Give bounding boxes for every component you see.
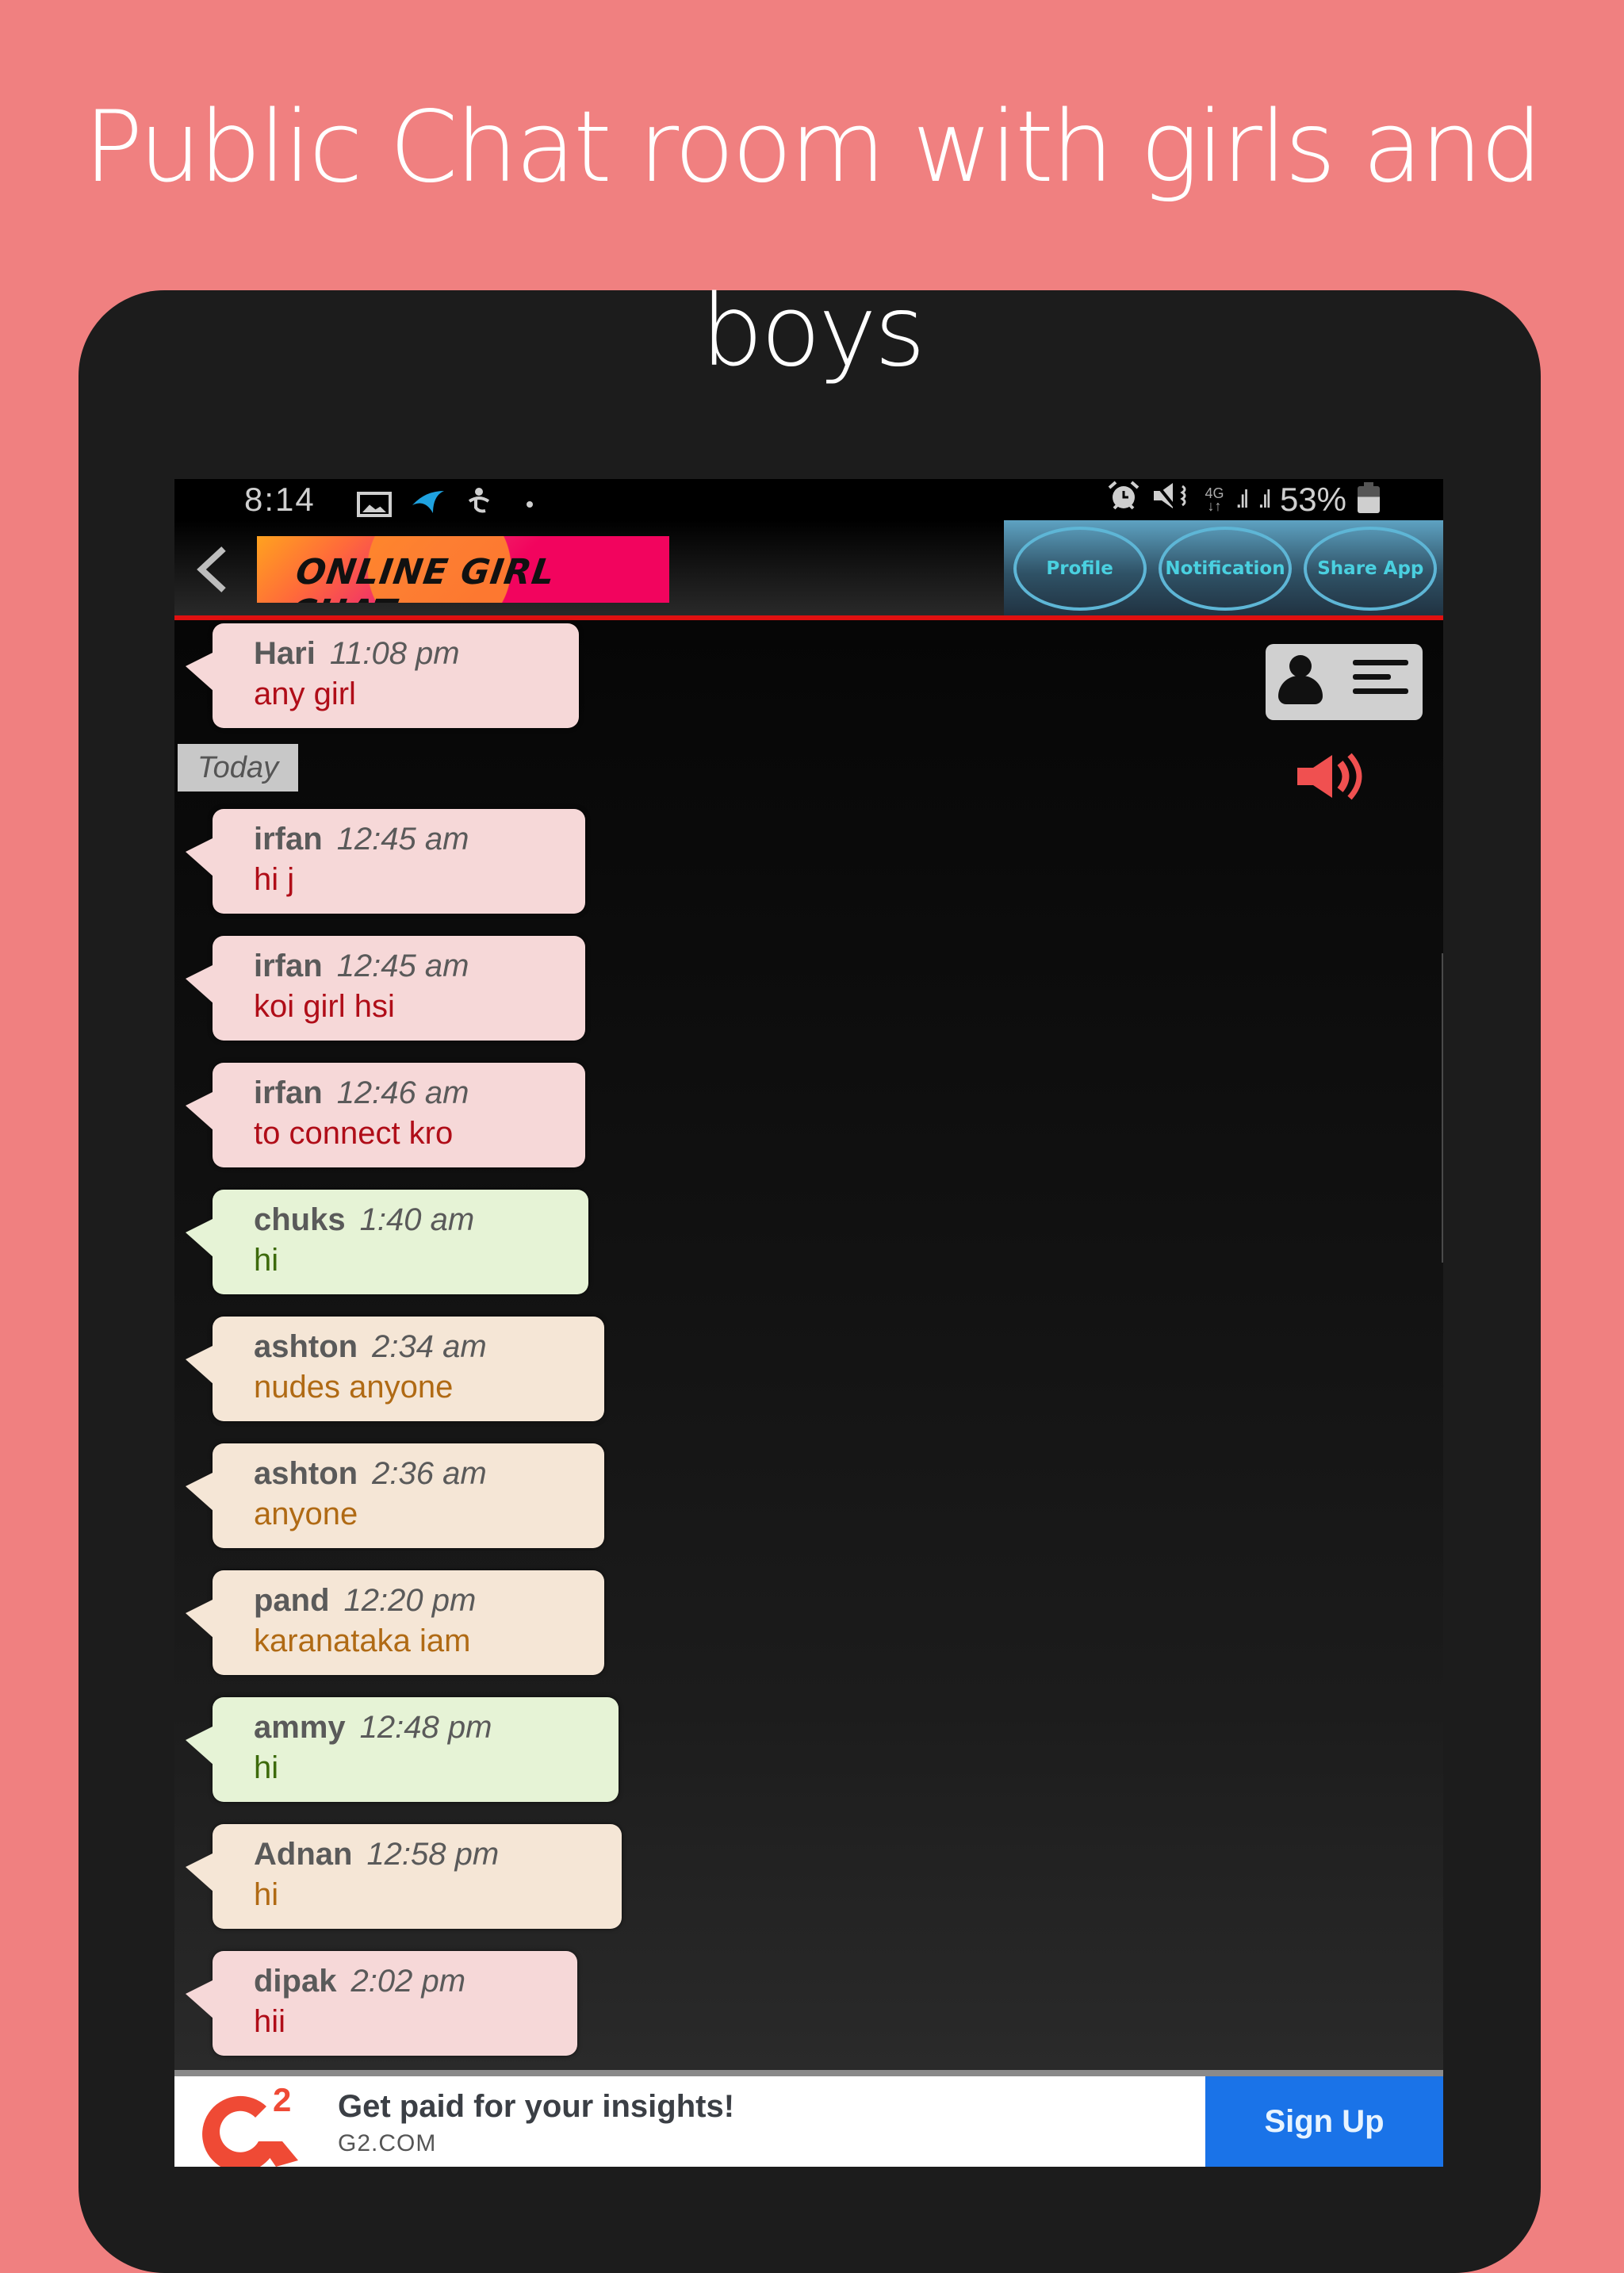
top-action-buttons: Profile Notification Share App: [1004, 520, 1443, 617]
message-sender[interactable]: chuks: [254, 1202, 346, 1237]
message-time: 12:46 am: [336, 1075, 469, 1110]
carrier-icon: [409, 488, 447, 521]
app-logo-text: ONLINE GIRL CHAT: [288, 552, 558, 603]
scrollbar[interactable]: [1442, 953, 1443, 1263]
chat-message[interactable]: chuks 1:40 am hi: [186, 1190, 588, 1294]
message-meta: irfan 12:45 am: [254, 818, 569, 860]
message-meta: irfan 12:45 am: [254, 945, 569, 987]
message-time: 2:36 am: [372, 1456, 487, 1491]
message-sender[interactable]: irfan: [254, 1075, 323, 1110]
g2-logo-icon: 2: [179, 2081, 322, 2167]
g2-logo-superscript: 2: [273, 2083, 291, 2118]
chat-message[interactable]: irfan 12:45 am hi j: [186, 809, 585, 914]
message-sender[interactable]: Hari: [254, 636, 316, 671]
message-time: 1:40 am: [359, 1202, 475, 1237]
message-meta: Hari 11:08 pm: [254, 633, 563, 674]
message-time: 12:58 pm: [366, 1837, 500, 1872]
message-sender[interactable]: ashton: [254, 1329, 358, 1364]
status-time: 8:14: [244, 481, 316, 518]
message-time: 11:08 pm: [329, 636, 460, 671]
user-profile-card-button[interactable]: [1266, 644, 1423, 720]
message-meta: pand 12:20 pm: [254, 1580, 588, 1621]
sign-up-button[interactable]: Sign Up: [1205, 2076, 1443, 2167]
message-time: 12:45 am: [336, 822, 469, 857]
message-time: 12:20 pm: [343, 1583, 477, 1618]
message-text: hi: [254, 1877, 279, 1912]
chat-message[interactable]: ammy 12:48 pm hi: [186, 1697, 619, 1802]
chat-message[interactable]: irfan 12:46 am to connect kro: [186, 1063, 585, 1167]
ad-divider: [174, 2070, 1443, 2076]
message-text: hi: [254, 1243, 279, 1278]
chat-message[interactable]: ashton 2:36 am anyone: [186, 1443, 604, 1548]
text-line-icon: [1353, 688, 1408, 694]
mute-icon: [1152, 480, 1193, 519]
chat-message[interactable]: dipak 2:02 pm hii: [186, 1951, 577, 2056]
chat-message[interactable]: Adnan 12:58 pm hi: [186, 1824, 622, 1929]
message-text: karanataka iam: [254, 1623, 471, 1658]
battery-percent: 53%: [1279, 481, 1346, 518]
ad-title[interactable]: Get paid for your insights!: [338, 2089, 734, 2125]
signal-icon: .ıl: [1257, 485, 1272, 514]
message-text: hii: [254, 2004, 286, 2039]
message-meta: chuks 1:40 am: [254, 1199, 573, 1240]
profile-button[interactable]: Profile: [1013, 527, 1147, 611]
message-meta: ammy 12:48 pm: [254, 1707, 603, 1748]
ad-banner[interactable]: 2 Get paid for your insights! G2.COM Sig…: [174, 2076, 1443, 2167]
battery-icon: [1358, 482, 1380, 513]
message-meta: ashton 2:36 am: [254, 1453, 588, 1494]
message-time: 12:45 am: [336, 949, 469, 983]
text-line-icon: [1353, 660, 1408, 665]
notification-button[interactable]: Notification: [1158, 527, 1292, 611]
headline: Public Chat room with girls and boys: [83, 90, 1543, 389]
chat-message[interactable]: pand 12:20 pm karanataka iam: [186, 1570, 604, 1675]
chat-message[interactable]: Hari 11:08 pm any girl: [186, 623, 579, 728]
date-divider: Today: [178, 744, 298, 792]
app-logo: ONLINE GIRL CHAT: [257, 536, 669, 603]
phone-screen: 8:14 4G ↓↑ .ıl .ıl 53% ONLINE GIRL Profi…: [174, 479, 1443, 2167]
message-sender[interactable]: ashton: [254, 1456, 358, 1491]
message-sender[interactable]: dipak: [254, 1964, 336, 1999]
message-text: anyone: [254, 1497, 358, 1531]
speaker-icon[interactable]: [1294, 749, 1373, 804]
message-meta: ashton 2:34 am: [254, 1326, 588, 1367]
accessibility-icon: [465, 485, 493, 523]
message-time: 2:34 am: [372, 1329, 487, 1364]
person-icon: [1289, 655, 1312, 677]
message-text: koi girl hsi: [254, 989, 395, 1024]
message-time: 12:48 pm: [359, 1710, 492, 1745]
alarm-icon: [1106, 480, 1141, 519]
message-text: hi j: [254, 862, 295, 897]
back-button[interactable]: [192, 541, 239, 596]
message-meta: Adnan 12:58 pm: [254, 1834, 606, 1875]
chat-list[interactable]: Hari 11:08 pm any girl irfan 12:45 am hi j irf…: [174, 620, 1443, 2070]
message-sender[interactable]: irfan: [254, 949, 323, 983]
message-sender[interactable]: pand: [254, 1583, 330, 1618]
chat-message[interactable]: ashton 2:34 am nudes anyone: [186, 1317, 604, 1421]
ad-url: G2.COM: [338, 2130, 437, 2156]
4g-icon: 4G ↓↑: [1205, 485, 1224, 514]
message-sender[interactable]: ammy: [254, 1710, 346, 1745]
message-time: 2:02 pm: [350, 1964, 466, 1999]
person-icon-body: [1278, 676, 1323, 704]
message-meta: dipak 2:02 pm: [254, 1961, 561, 2002]
message-text: nudes anyone: [254, 1370, 454, 1405]
message-text: to connect kro: [254, 1116, 454, 1151]
chat-message[interactable]: irfan 12:45 am koi girl hsi: [186, 936, 585, 1041]
message-sender[interactable]: Adnan: [254, 1837, 352, 1872]
signal-icon: .ıl: [1235, 485, 1250, 514]
message-text: any girl: [254, 677, 356, 711]
message-meta: irfan 12:46 am: [254, 1072, 569, 1114]
status-bar: 8:14 4G ↓↑ .ıl .ıl 53%: [174, 479, 1443, 520]
message-text: hi: [254, 1750, 279, 1785]
image-icon: [357, 492, 392, 517]
dot-icon: [527, 501, 533, 508]
share-app-button[interactable]: Share App: [1304, 527, 1438, 611]
text-line-icon: [1353, 674, 1391, 680]
message-sender[interactable]: irfan: [254, 822, 323, 857]
network-type: 4G: [1205, 485, 1224, 501]
